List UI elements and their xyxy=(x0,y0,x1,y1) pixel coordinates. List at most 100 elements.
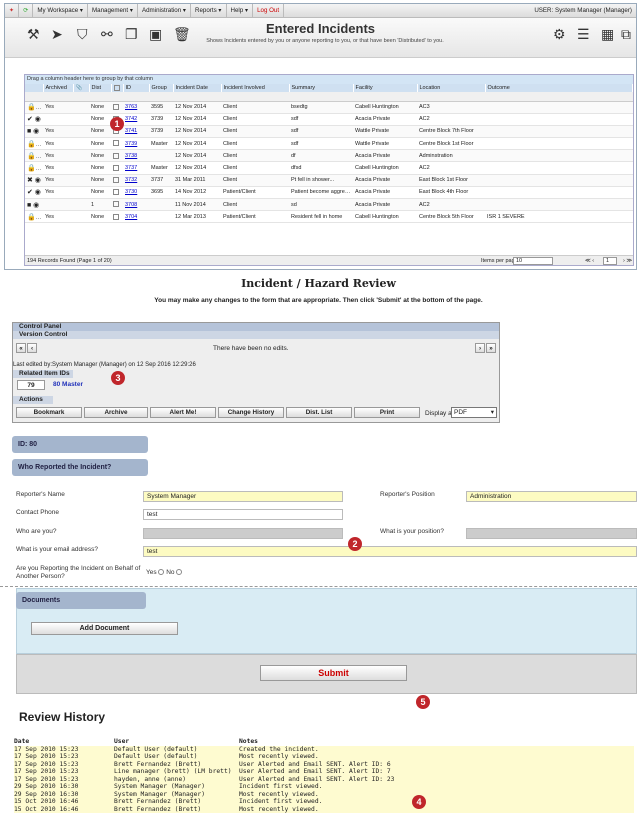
cell-archived: Yes xyxy=(43,210,73,224)
menu-administration[interactable]: Administration ▾ xyxy=(138,4,191,17)
email-field[interactable]: test xyxy=(143,546,637,557)
table-row[interactable]: 🔒 ◉ Yes None 3704 12 Mar 2013 Patient/Client R… xyxy=(25,210,633,224)
related-id[interactable]: 79 xyxy=(17,380,45,390)
cell-id[interactable]: 3737 xyxy=(123,161,149,175)
cell-id[interactable]: 3730 xyxy=(123,186,149,200)
table-row[interactable]: ■ ◉ 1 3708 11 Nov 2014 Client sd Acacia Privat… xyxy=(25,198,633,212)
change-history-button[interactable]: Change History xyxy=(218,407,284,418)
row-checkbox[interactable] xyxy=(111,101,123,114)
cell-id[interactable]: 3739 xyxy=(123,137,149,151)
history-row: 17 Sep 2010 15:23 hayden, anne (anne) User… xyxy=(14,775,634,783)
cell-location: East Block 1st Floor xyxy=(417,174,485,187)
cell-id[interactable]: 3704 xyxy=(123,210,149,224)
archive-button[interactable]: Archive xyxy=(84,407,148,418)
cell-date: 12 Nov 2014 xyxy=(173,125,221,139)
row-checkbox[interactable] xyxy=(111,210,123,224)
row-checkbox[interactable] xyxy=(111,198,123,212)
history-cell: 17 Sep 2010 15:23 xyxy=(14,760,79,768)
export-icon[interactable]: ▦ xyxy=(601,26,614,43)
items-per-page-select[interactable]: 10 xyxy=(513,257,553,265)
col-status[interactable] xyxy=(25,84,44,92)
no-radio[interactable] xyxy=(176,569,183,576)
contact-phone-field[interactable]: test xyxy=(143,509,343,520)
cell-summary: sdf xyxy=(289,137,353,151)
yes-radio[interactable] xyxy=(158,569,165,576)
col-incident-date[interactable]: Incident Date xyxy=(173,84,222,92)
history-cell: 17 Sep 2010 15:23 xyxy=(14,753,79,760)
row-checkbox[interactable] xyxy=(111,186,123,200)
cell-id[interactable]: 3708 xyxy=(123,198,149,212)
cell-involved: Client xyxy=(221,149,289,163)
who-are-you-field[interactable] xyxy=(143,528,343,539)
next-page-icon[interactable]: › ≫ xyxy=(623,256,632,266)
prev-version-icon[interactable]: ‹ xyxy=(27,343,37,353)
table-row[interactable]: ✔ ◉ Yes None 3730 3695 14 Nov 2012 Patient/Cli… xyxy=(25,186,633,200)
col-facility[interactable]: Facility xyxy=(353,84,418,92)
menu-help[interactable]: Help ▾ xyxy=(227,4,254,17)
cell-involved: Client xyxy=(221,113,289,126)
cell-involved: Client xyxy=(221,161,289,175)
dist-list-button[interactable]: Dist. List xyxy=(286,407,352,418)
first-version-icon[interactable]: « xyxy=(16,343,26,353)
table-row[interactable]: 🔒 ◉ Yes None 3737 Master 12 Nov 2014 Client dfs… xyxy=(25,161,633,175)
table-row[interactable]: 🔒 ◉ Yes None 3763 3595 12 Nov 2014 Client bsedt… xyxy=(25,101,633,114)
col-attachment[interactable]: 📎 xyxy=(73,84,90,92)
menu-reports[interactable]: Reports ▾ xyxy=(191,4,227,17)
col-archived[interactable]: Archived xyxy=(43,84,74,92)
reporter-name-field[interactable]: System Manager xyxy=(143,491,343,502)
row-checkbox[interactable] xyxy=(111,161,123,175)
add-document-button[interactable]: Add Document xyxy=(31,622,178,635)
col-dist[interactable]: Dist xyxy=(89,84,112,92)
print-button[interactable]: Print xyxy=(354,407,420,418)
bookmark-button[interactable]: Bookmark xyxy=(16,407,82,418)
table-row[interactable]: ✖ ◉ Yes None 3732 3737 31 Mar 2011 Client Pt fe… xyxy=(25,174,633,187)
reporter-position-field[interactable]: Administration xyxy=(466,491,637,502)
display-as-select[interactable]: PDF ▾ xyxy=(451,407,497,418)
history-row: 17 Sep 2010 15:23 Default User (default) C… xyxy=(14,745,634,753)
col-incident-involved[interactable]: Incident Involved xyxy=(221,84,290,92)
cell-id[interactable]: 3742 xyxy=(123,113,149,126)
related-master-link[interactable]: 80 Master xyxy=(53,381,83,388)
table-row[interactable]: 🔒 ◉ Yes None 3738 12 Nov 2014 Client df Acacia … xyxy=(25,149,633,163)
submit-button[interactable]: Submit xyxy=(260,665,407,681)
cell-location: Centre Block 7th Floor xyxy=(417,125,485,139)
menu-my-workspace[interactable]: My Workspace ▾ xyxy=(33,4,89,17)
settings-icon[interactable]: ⚙ xyxy=(553,26,566,43)
alert-me-button[interactable]: Alert Me! xyxy=(150,407,216,418)
cell-involved: Patient/Client xyxy=(221,210,289,224)
cell-outcome xyxy=(485,101,633,114)
cell-id[interactable]: 3741 xyxy=(123,125,149,139)
next-version-icon[interactable]: › xyxy=(475,343,485,353)
menu-management[interactable]: Management ▾ xyxy=(88,4,138,17)
col-id[interactable]: ID xyxy=(123,84,150,92)
logout-link[interactable]: Log Out xyxy=(253,4,285,17)
history-cell: Created the incident. xyxy=(239,745,319,753)
page-input[interactable]: 1 xyxy=(603,257,617,265)
cell-group xyxy=(149,198,173,212)
row-checkbox[interactable] xyxy=(111,137,123,151)
col-group[interactable]: Group xyxy=(149,84,174,92)
cell-attachment xyxy=(73,186,89,200)
filter-row[interactable] xyxy=(25,92,633,102)
row-checkbox[interactable] xyxy=(111,149,123,163)
position-field[interactable] xyxy=(466,528,637,539)
window-icon[interactable]: ⧉ xyxy=(621,26,631,43)
refresh-icon[interactable]: ⟳ xyxy=(19,4,34,17)
list-view-icon[interactable]: ☰ xyxy=(577,26,590,43)
col-location[interactable]: Location xyxy=(417,84,486,92)
row-checkbox[interactable] xyxy=(111,174,123,187)
col-outcome[interactable]: Outcome xyxy=(485,84,633,92)
cell-location: AC2 xyxy=(417,161,485,175)
table-row[interactable]: 🔒 ◉ Yes None 3739 Master 12 Nov 2014 Client sdf… xyxy=(25,137,633,151)
last-version-icon[interactable]: » xyxy=(486,343,496,353)
cell-id[interactable]: 3738 xyxy=(123,149,149,163)
last-edited-text: Last edited by:System Manager (Manager) … xyxy=(13,362,196,368)
cell-facility: Acacia Private xyxy=(353,149,417,163)
cell-id[interactable]: 3763 xyxy=(123,101,149,114)
col-select[interactable] xyxy=(111,84,124,92)
prev-page-icon[interactable]: ≪ ‹ xyxy=(585,256,594,266)
col-summary[interactable]: Summary xyxy=(289,84,354,92)
cell-dist: None xyxy=(89,125,111,139)
cell-id[interactable]: 3732 xyxy=(123,174,149,187)
cell-involved: Patient/Client xyxy=(221,186,289,200)
